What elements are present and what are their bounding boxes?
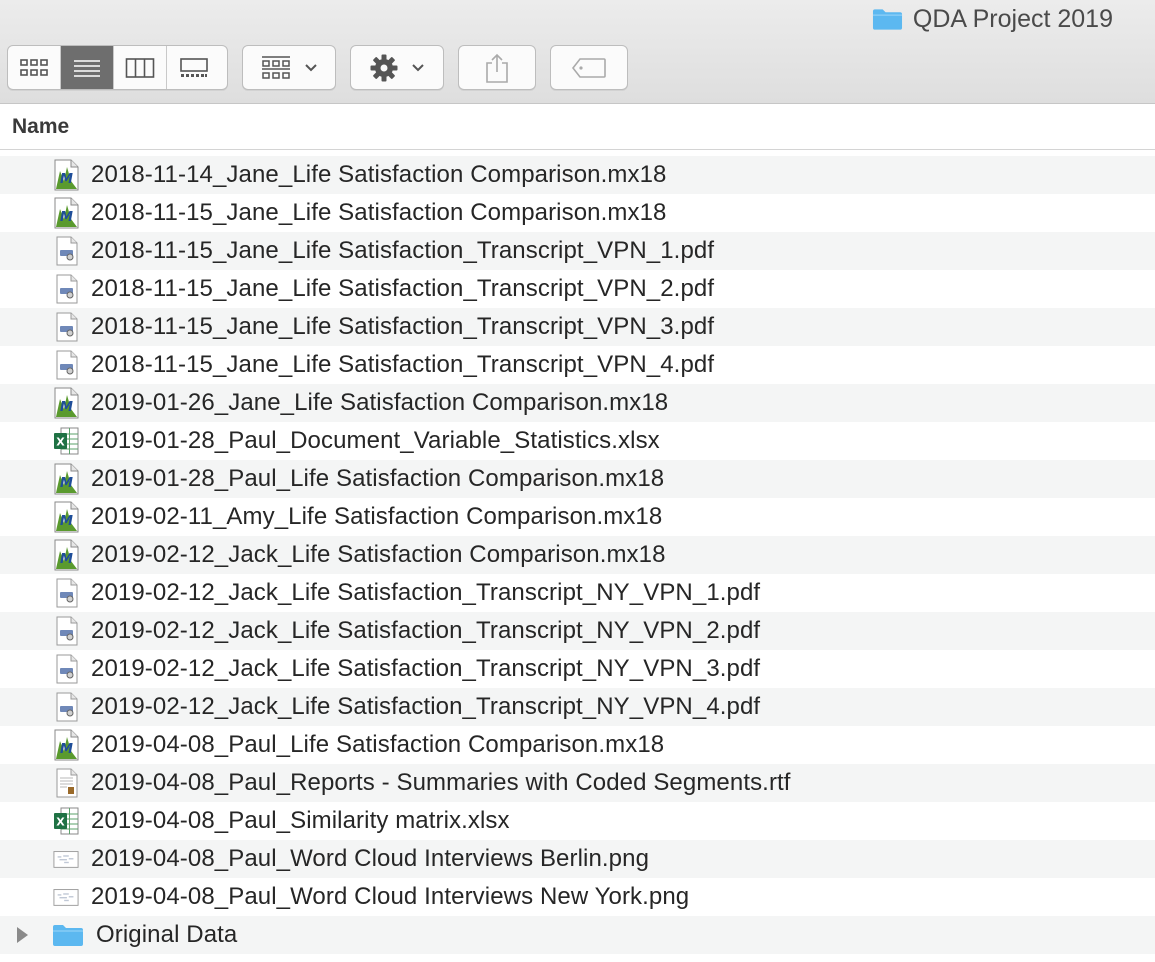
name-column-header[interactable]: Name (0, 104, 1155, 150)
file-name: 2019-04-08_Paul_Similarity matrix.xlsx (91, 807, 510, 834)
file-name: 2019-04-08_Paul_Life Satisfaction Compar… (91, 731, 665, 758)
file-row[interactable]: 2019-02-12_Jack_Life Satisfaction_Transc… (0, 650, 1155, 688)
svg-text:X: X (56, 816, 65, 829)
svg-text:M: M (60, 514, 73, 529)
svg-text:M: M (60, 552, 73, 567)
pdf-file-icon (56, 312, 78, 342)
image-file-icon (53, 851, 79, 868)
file-name: 2019-01-28_Paul_Life Satisfaction Compar… (91, 465, 665, 492)
file-name: 2019-04-08_Paul_Word Cloud Interviews Be… (91, 845, 650, 872)
grid-icon (20, 58, 48, 76)
file-row[interactable]: 2019-04-08_Paul_Word Cloud Interviews Be… (0, 840, 1155, 878)
share-icon (486, 53, 508, 83)
file-row[interactable]: M 2019-04-08_Paul_Life Satisfaction Compa… (0, 726, 1155, 764)
file-row[interactable]: 2018-11-15_Jane_Life Satisfaction_Transc… (0, 232, 1155, 270)
file-name: 2018-11-14_Jane_Life Satisfaction Compar… (91, 161, 667, 188)
action-button[interactable] (350, 45, 444, 90)
tag-button[interactable] (550, 45, 628, 90)
pdf-file-icon (56, 236, 78, 266)
chevron-down-icon (412, 63, 424, 71)
svg-text:M: M (60, 400, 73, 415)
chevron-down-icon (305, 63, 317, 71)
list-icon (74, 59, 100, 77)
name-column-label: Name (12, 114, 70, 138)
maxqda-file-icon: M (54, 387, 79, 419)
maxqda-file-icon: M (54, 197, 79, 229)
finder-toolbar: QDA Project 2019 (0, 0, 1155, 104)
svg-text:M: M (60, 476, 73, 491)
folder-icon (53, 925, 83, 946)
file-name: 2018-11-15_Jane_Life Satisfaction_Transc… (91, 275, 715, 302)
file-name: 2018-11-15_Jane_Life Satisfaction_Transc… (91, 237, 715, 264)
gear-icon (370, 54, 398, 81)
file-list: M 2018-11-14_Jane_Life Satisfaction Compa… (0, 156, 1155, 954)
group-button[interactable] (242, 45, 336, 90)
file-name: 2019-02-12_Jack_Life Satisfaction_Transc… (91, 579, 761, 606)
file-row[interactable]: 2019-04-08_Paul_Reports - Summaries with… (0, 764, 1155, 802)
file-name: 2019-02-12_Jack_Life Satisfaction_Transc… (91, 655, 761, 682)
file-row[interactable]: 2019-02-12_Jack_Life Satisfaction_Transc… (0, 574, 1155, 612)
file-name: 2019-01-28_Paul_Document_Variable_Statis… (91, 427, 660, 454)
list-view-button[interactable] (61, 46, 114, 89)
pdf-file-icon (56, 274, 78, 304)
maxqda-file-icon: M (54, 501, 79, 533)
pdf-file-icon (56, 616, 78, 646)
maxqda-file-icon: M (54, 539, 79, 571)
folder-name: Original Data (96, 921, 238, 948)
excel-file-icon: X (54, 807, 79, 835)
file-name: 2018-11-15_Jane_Life Satisfaction_Transc… (91, 351, 715, 378)
gallery-view-button[interactable] (167, 46, 220, 89)
window-title-text: QDA Project 2019 (912, 4, 1113, 33)
view-mode-control (7, 45, 228, 90)
file-row[interactable]: M 2019-02-11_Amy_Life Satisfaction Compar… (0, 498, 1155, 536)
pdf-file-icon (56, 350, 78, 380)
file-row[interactable]: M 2019-01-26_Jane_Life Satisfaction Compa… (0, 384, 1155, 422)
file-name: 2019-02-12_Jack_Life Satisfaction_Transc… (91, 617, 761, 644)
file-row[interactable]: M 2019-01-28_Paul_Life Satisfaction Compa… (0, 460, 1155, 498)
file-name: 2019-04-08_Paul_Word Cloud Interviews Ne… (91, 883, 690, 910)
disclosure-triangle-icon[interactable] (10, 926, 34, 944)
file-name: 2019-02-12_Jack_Life Satisfaction_Transc… (91, 693, 761, 720)
folder-icon (872, 9, 902, 30)
file-name: 2018-11-15_Jane_Life Satisfaction_Transc… (91, 313, 715, 340)
column-view-button[interactable] (114, 46, 167, 89)
svg-text:M: M (60, 742, 73, 757)
file-row[interactable]: 2019-02-12_Jack_Life Satisfaction_Transc… (0, 612, 1155, 650)
file-row[interactable]: 2018-11-15_Jane_Life Satisfaction_Transc… (0, 308, 1155, 346)
image-file-icon (53, 889, 79, 906)
file-row[interactable]: M 2019-02-12_Jack_Life Satisfaction Compa… (0, 536, 1155, 574)
svg-text:M: M (60, 210, 73, 225)
rtf-file-icon (56, 768, 78, 798)
svg-text:M: M (60, 172, 73, 187)
gallery-icon (179, 57, 208, 77)
pdf-file-icon (56, 692, 78, 722)
excel-file-icon: X (54, 427, 79, 455)
share-button[interactable] (458, 45, 536, 90)
file-row[interactable]: M 2018-11-15_Jane_Life Satisfaction Compa… (0, 194, 1155, 232)
maxqda-file-icon: M (54, 159, 79, 191)
maxqda-file-icon: M (54, 463, 79, 495)
svg-text:X: X (56, 436, 65, 449)
pdf-file-icon (56, 578, 78, 608)
window-title: QDA Project 2019 (872, 4, 1113, 34)
pdf-file-icon (56, 654, 78, 684)
icon-view-button[interactable] (8, 46, 61, 89)
file-row[interactable]: X 2019-01-28_Paul_Document_Variable_Stati… (0, 422, 1155, 460)
folder-row[interactable]: Original Data (0, 916, 1155, 954)
group-grid-icon (262, 55, 290, 79)
file-row[interactable]: X 2019-04-08_Paul_Similarity matrix.xlsx (0, 802, 1155, 840)
file-row[interactable]: M 2018-11-14_Jane_Life Satisfaction Compa… (0, 156, 1155, 194)
tag-icon (571, 57, 606, 78)
columns-icon (125, 57, 155, 78)
file-row[interactable]: 2019-02-12_Jack_Life Satisfaction_Transc… (0, 688, 1155, 726)
file-row[interactable]: 2018-11-15_Jane_Life Satisfaction_Transc… (0, 346, 1155, 384)
maxqda-file-icon: M (54, 729, 79, 761)
file-row[interactable]: 2019-04-08_Paul_Word Cloud Interviews Ne… (0, 878, 1155, 916)
file-name: 2019-04-08_Paul_Reports - Summaries with… (91, 769, 791, 796)
file-name: 2018-11-15_Jane_Life Satisfaction Compar… (91, 199, 667, 226)
file-name: 2019-02-11_Amy_Life Satisfaction Compari… (91, 503, 663, 530)
file-row[interactable]: 2018-11-15_Jane_Life Satisfaction_Transc… (0, 270, 1155, 308)
file-name: 2019-02-12_Jack_Life Satisfaction Compar… (91, 541, 666, 568)
file-name: 2019-01-26_Jane_Life Satisfaction Compar… (91, 389, 669, 416)
